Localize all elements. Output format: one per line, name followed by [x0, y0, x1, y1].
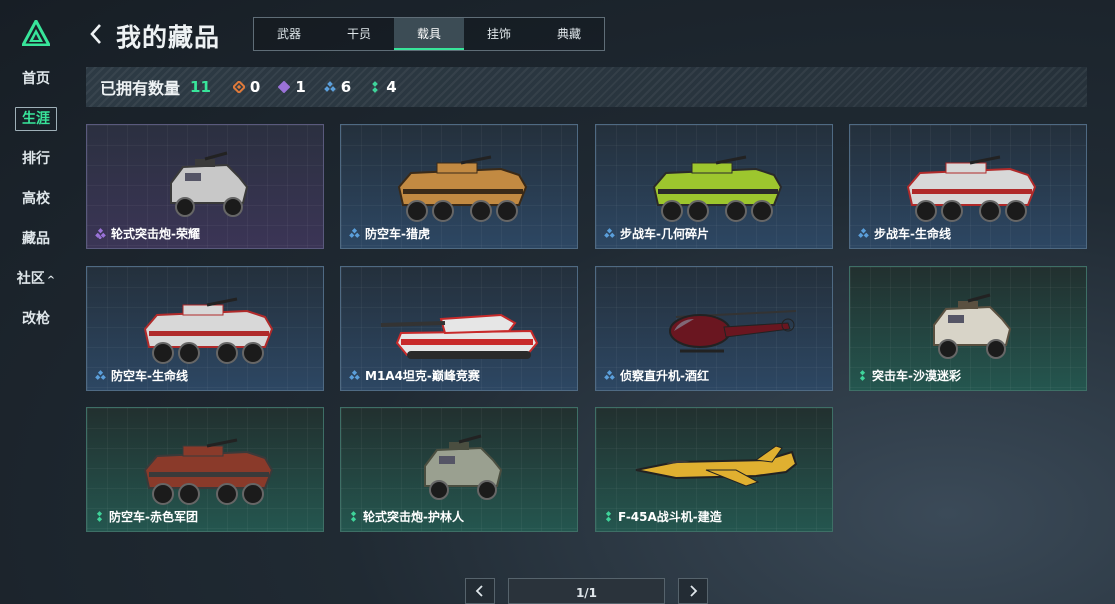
vehicle-name: 侦察直升机-酒红 [604, 367, 709, 384]
owned-count: 11 [190, 78, 211, 96]
sidebar-item-community[interactable]: 社区 ^ [0, 266, 72, 306]
vehicle-card[interactable]: 轮式突击炮-护林人 [340, 407, 578, 532]
rarity-blue-icon [349, 370, 360, 380]
page-indicator: 1/1 [508, 578, 665, 604]
vehicle-name: 步战车-生命线 [858, 225, 951, 242]
sidebar-item-label: 社区 ^ [11, 266, 61, 294]
vehicle-name-text: 轮式突击炮-荣耀 [111, 227, 200, 241]
sidebar-item-university[interactable]: 高校 [0, 186, 72, 226]
vehicle-name-text: 防空车-猎虎 [365, 227, 430, 241]
vehicle-card[interactable]: M1A4坦克-巅峰竞赛 [340, 266, 578, 391]
chevron-right-icon [690, 585, 698, 597]
rarity-green-icon [605, 511, 612, 522]
sidebar-item-label: 藏品 [22, 231, 50, 247]
diamond-orange-icon [232, 81, 245, 93]
chevron-left-icon [475, 585, 483, 597]
sidebar-item-home[interactable]: 首页 [0, 66, 72, 106]
vehicle-name: 轮式突击炮-荣耀 [95, 225, 200, 242]
sidebar-item-label: 高校 [22, 191, 50, 207]
vehicle-name: 防空车-赤色军团 [95, 508, 198, 525]
tab-operators[interactable]: 干员 [324, 18, 394, 50]
rarity-count-blue: 6 [323, 78, 352, 96]
vehicle-name-text: 防空车-赤色军团 [109, 510, 198, 524]
vehicle-card[interactable]: 防空车-猎虎 [340, 124, 578, 249]
ownership-stats-bar: 已拥有数量 11 0 1 6 4 [86, 67, 1087, 107]
vehicle-name: 轮式突击炮-护林人 [349, 508, 464, 525]
rarity-count-value: 6 [340, 78, 352, 96]
tab-collection[interactable]: 典藏 [534, 18, 604, 50]
sidebar-item-label: 改枪 [22, 311, 50, 327]
vehicle-card[interactable]: 防空车-赤色军团 [86, 407, 324, 532]
vehicle-card[interactable]: 侦察直升机-酒红 [595, 266, 833, 391]
vehicle-name-text: 轮式突击炮-护林人 [363, 510, 464, 524]
sidebar-item-career[interactable]: 生涯 [0, 106, 72, 146]
vehicle-name-text: 防空车-生命线 [111, 369, 188, 383]
vehicle-name-text: M1A4坦克-巅峰竞赛 [365, 369, 480, 383]
vehicle-card[interactable]: 步战车-生命线 [849, 124, 1087, 249]
vehicle-card[interactable]: 防空车-生命线 [86, 266, 324, 391]
tab-weapons[interactable]: 武器 [254, 18, 324, 50]
rarity-blue-icon [604, 370, 615, 380]
vehicle-name: 步战车-几何碎片 [604, 225, 709, 242]
vehicle-name: 防空车-猎虎 [349, 225, 430, 242]
rarity-count-orange: 0 [232, 78, 261, 96]
vehicle-card[interactable]: 突击车-沙漠迷彩 [849, 266, 1087, 391]
page-title: 我的藏品 [116, 23, 221, 52]
vehicle-card[interactable]: 轮式突击炮-荣耀 [86, 124, 324, 249]
vehicle-name-text: 突击车-沙漠迷彩 [872, 369, 961, 383]
category-tabs: 武器 干员 载具 挂饰 典藏 [253, 17, 605, 51]
sidebar-item-label-text: 社区 [16, 271, 45, 287]
vehicle-name-text: 步战车-生命线 [874, 227, 951, 241]
rarity-green-icon [350, 511, 357, 522]
sidebar-item-collection[interactable]: 藏品 [0, 226, 72, 266]
vehicle-name: F-45A战斗机-建造 [604, 508, 722, 525]
diamond-purple-icon [278, 81, 291, 93]
vehicle-name: M1A4坦克-巅峰竞赛 [349, 367, 480, 384]
owned-label: 已拥有数量 [100, 79, 181, 98]
vehicle-name-text: 侦察直升机-酒红 [620, 369, 709, 383]
prev-page-button[interactable] [465, 578, 495, 604]
vehicle-card[interactable]: 步战车-几何碎片 [595, 124, 833, 249]
vehicle-name: 防空车-生命线 [95, 367, 188, 384]
sidebar-nav: 首页 生涯 排行 高校 藏品 社区 ^ 改枪 [0, 66, 72, 346]
rarity-count-value: 0 [249, 78, 261, 96]
rarity-purple-icon [95, 228, 106, 239]
sidebar-item-ranking[interactable]: 排行 [0, 146, 72, 186]
vehicle-name-text: 步战车-几何碎片 [620, 227, 709, 241]
triple-diamond-blue-icon [323, 81, 336, 92]
sidebar-item-label: 排行 [22, 151, 50, 167]
chevron-up-icon: ^ [46, 275, 56, 286]
vehicle-name-text: F-45A战斗机-建造 [618, 510, 722, 524]
double-diamond-green-icon [372, 81, 379, 93]
vehicle-card[interactable]: F-45A战斗机-建造 [595, 407, 833, 532]
next-page-button[interactable] [678, 578, 708, 604]
sidebar-item-label: 生涯 [15, 107, 57, 131]
rarity-green-icon [96, 511, 103, 522]
back-arrow-icon[interactable] [86, 20, 106, 48]
rarity-blue-icon [349, 228, 360, 238]
rarity-blue-icon [604, 228, 615, 238]
rarity-count-value: 4 [386, 78, 397, 96]
sidebar-item-gunsmith[interactable]: 改枪 [0, 306, 72, 346]
sidebar: 首页 生涯 排行 高校 藏品 社区 ^ 改枪 [0, 0, 72, 604]
sidebar-item-label: 首页 [22, 71, 50, 87]
vehicle-name: 突击车-沙漠迷彩 [858, 367, 961, 384]
rarity-green-icon [859, 370, 866, 381]
tab-vehicles[interactable]: 载具 [394, 18, 464, 50]
rarity-blue-icon [858, 228, 869, 238]
rarity-count-value: 1 [295, 78, 306, 96]
rarity-count-purple: 1 [278, 78, 306, 96]
rarity-blue-icon [95, 370, 106, 380]
rarity-count-green: 4 [369, 78, 397, 96]
tab-charms[interactable]: 挂饰 [464, 18, 534, 50]
logo-icon [22, 20, 50, 46]
